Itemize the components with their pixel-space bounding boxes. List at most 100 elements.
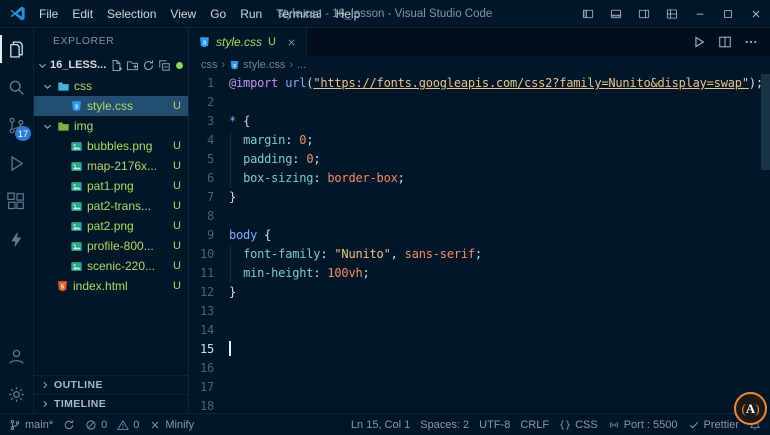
maximize-button[interactable] <box>714 0 742 27</box>
file-name: index.html <box>73 279 128 293</box>
line-number: 17 <box>199 380 214 394</box>
prettier[interactable]: Prettier <box>683 414 744 435</box>
menu-run[interactable]: Run <box>233 7 269 21</box>
new-folder-icon[interactable] <box>126 59 139 72</box>
image-file-icon <box>70 160 83 173</box>
account-icon <box>6 346 27 367</box>
broadcast-icon <box>608 419 620 431</box>
code-line-5[interactable]: padding: 0; <box>229 150 770 169</box>
activity-extensions[interactable] <box>0 182 33 220</box>
breadcrumb-[interactable]: ... <box>297 59 306 71</box>
line-number: 7 <box>206 190 214 204</box>
split-editor-icon[interactable] <box>718 35 732 49</box>
folder-css[interactable]: css <box>34 76 188 96</box>
html-file-icon: 5 <box>56 280 69 293</box>
run-file-icon[interactable] <box>692 35 706 49</box>
menu-terminal[interactable]: Terminal <box>269 7 328 21</box>
customize-layout-icon[interactable] <box>658 0 686 27</box>
code-line-6[interactable]: box-sizing: border-box; <box>229 169 770 188</box>
close-window-button[interactable] <box>742 0 770 27</box>
language-mode[interactable]: CSS <box>554 414 603 435</box>
code-line-7[interactable]: } <box>229 188 770 207</box>
activity-thunder-client[interactable] <box>0 220 33 258</box>
braces-icon <box>559 419 571 431</box>
file-scenic-220[interactable]: scenic-220... U <box>34 256 188 276</box>
code-line-13[interactable] <box>229 302 770 321</box>
folder-img[interactable]: img <box>34 116 188 136</box>
source-control-badge: 17 <box>14 126 31 141</box>
new-file-icon[interactable] <box>110 59 123 72</box>
file-profile-800[interactable]: profile-800... U <box>34 236 188 256</box>
file-pat2-trans[interactable]: pat2-trans... U <box>34 196 188 216</box>
file-index-html[interactable]: 5 index.html U <box>34 276 188 296</box>
code-line-14[interactable] <box>229 321 770 340</box>
breadcrumb-css[interactable]: css <box>201 59 218 71</box>
activity-bar-bottom <box>0 337 33 413</box>
menu-selection[interactable]: Selection <box>100 7 163 21</box>
code-line-17[interactable] <box>229 378 770 397</box>
activity-search[interactable] <box>0 68 33 106</box>
menu-help[interactable]: Help <box>329 7 368 21</box>
minify[interactable]: Minify <box>144 414 199 435</box>
menu-go[interactable]: Go <box>203 7 233 21</box>
code-line-8[interactable] <box>229 207 770 226</box>
minimize-button[interactable] <box>686 0 714 27</box>
code-line-3[interactable]: * { <box>229 112 770 131</box>
close-icon <box>149 419 161 431</box>
outline-section[interactable]: OUTLINE <box>34 375 188 394</box>
activity-account[interactable] <box>0 337 33 375</box>
toggle-secondary-sidebar-icon[interactable] <box>630 0 658 27</box>
sync-changes[interactable] <box>58 414 80 435</box>
code-line-4[interactable]: margin: 0; <box>229 131 770 150</box>
refresh-explorer-icon[interactable] <box>142 59 155 72</box>
timeline-section[interactable]: TIMELINE <box>34 394 188 413</box>
live-server-port[interactable]: Port : 5500 <box>603 414 683 435</box>
close-tab-icon[interactable] <box>286 37 297 48</box>
project-folder-row[interactable]: 16_LESS... <box>34 54 188 76</box>
problems-warnings[interactable]: 0 <box>112 414 144 435</box>
problems-errors[interactable]: 0 <box>80 414 112 435</box>
encoding[interactable]: UTF-8 <box>474 414 515 435</box>
code-line-16[interactable] <box>229 359 770 378</box>
line-numbers: 1 2 3 4 5 6 7 8 9 10 11 12 13 14 15 16 17 18 <box>189 74 229 413</box>
activity-explorer[interactable] <box>0 30 33 68</box>
breadcrumb-style-css[interactable]: 3 style.css <box>229 59 285 71</box>
editor-scrollbar[interactable] <box>761 74 770 170</box>
indentation[interactable]: Spaces: 2 <box>415 414 474 435</box>
tab-style-css[interactable]: 3 style.css U <box>189 28 307 56</box>
menu-edit[interactable]: Edit <box>65 7 100 21</box>
file-name: pat2.png <box>87 219 134 233</box>
code-line-2[interactable] <box>229 93 770 112</box>
code-line-11[interactable]: min-height: 100vh; <box>229 264 770 283</box>
git-untracked-badge: U <box>173 200 181 212</box>
editor-more-actions-icon[interactable] <box>744 35 758 49</box>
eol-sequence[interactable]: CRLF <box>515 414 554 435</box>
code-line-15[interactable] <box>229 340 770 359</box>
git-branch[interactable]: main* <box>4 414 58 435</box>
git-untracked-badge: U <box>173 240 181 252</box>
file-bubbles-png[interactable]: bubbles.png U <box>34 136 188 156</box>
folder-name: img <box>74 119 94 133</box>
sidebar-title: EXPLORER <box>53 35 115 47</box>
cursor-position[interactable]: Ln 15, Col 1 <box>346 414 415 435</box>
menu-file[interactable]: File <box>32 7 65 21</box>
file-pat2-png[interactable]: pat2.png U <box>34 216 188 236</box>
code-line-1[interactable]: @import url("https://fonts.googleapis.co… <box>229 74 770 93</box>
project-folder-name: 16_LESS... <box>50 59 107 71</box>
file-map-2176x[interactable]: map-2176x... U <box>34 156 188 176</box>
toggle-panel-icon[interactable] <box>602 0 630 27</box>
toggle-sidebar-icon[interactable] <box>574 0 602 27</box>
git-untracked-badge: U <box>173 220 181 232</box>
activity-run-debug[interactable] <box>0 144 33 182</box>
menu-view[interactable]: View <box>163 7 203 21</box>
activity-source-control[interactable]: 17 <box>0 106 33 144</box>
code-line-12[interactable]: } <box>229 283 770 302</box>
activity-settings[interactable] <box>0 375 33 413</box>
file-pat1-png[interactable]: pat1.png U <box>34 176 188 196</box>
file-style-css[interactable]: 3 style.css U <box>34 96 188 116</box>
collapse-folders-icon[interactable] <box>158 59 171 72</box>
code-line-10[interactable]: font-family: "Nunito", sans-serif; <box>229 245 770 264</box>
code-line-9[interactable]: body { <box>229 226 770 245</box>
code-line-18[interactable] <box>229 397 770 413</box>
line-number: 3 <box>206 114 214 128</box>
